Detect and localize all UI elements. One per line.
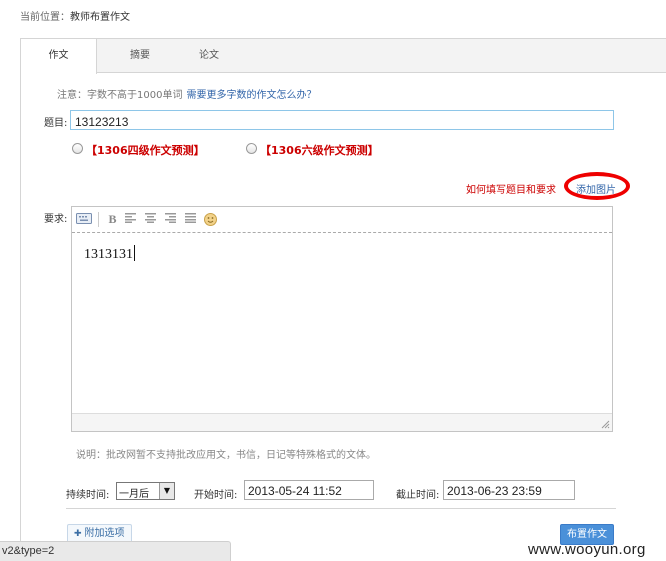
breadcrumb: 当前位置：教师布置作文	[20, 8, 130, 23]
highlight-circle	[564, 172, 630, 200]
title-input[interactable]	[70, 110, 614, 130]
end-time-label: 截止时间:	[396, 490, 440, 501]
preset-cet6-label[interactable]: 【1306六级作文预测】	[260, 142, 379, 158]
emoticon-icon[interactable]	[204, 213, 217, 226]
keyboard-icon[interactable]	[76, 213, 92, 226]
more-options-label: 附加选项	[84, 528, 125, 539]
preset-cet4-radio[interactable]	[72, 143, 83, 154]
align-justify-icon[interactable]	[184, 213, 197, 226]
more-words-link[interactable]: 需要更多字数的作文怎么办？	[186, 90, 316, 101]
dropdown-arrow-icon[interactable]: ▼	[159, 483, 174, 499]
browser-status-bar: v2&type=2	[0, 541, 231, 561]
align-left-icon[interactable]	[124, 213, 137, 226]
watermark: www.wooyun.org	[528, 541, 646, 558]
breadcrumb-current: 教师布置作文	[70, 12, 130, 23]
word-limit-notice: 注意：字数不高于1000单词 需要更多字数的作文怎么办？	[57, 86, 316, 101]
align-right-icon[interactable]	[164, 213, 177, 226]
editor-toolbar: B	[72, 207, 612, 233]
requirement-text[interactable]: 1313131	[84, 245, 135, 263]
toolbar-separator	[98, 212, 99, 227]
plus-icon: ✚	[74, 529, 82, 539]
tab-paper[interactable]: 论文	[186, 39, 232, 73]
tab-bar: 作文 摘要 论文	[21, 39, 666, 74]
bold-icon[interactable]: B	[106, 213, 119, 226]
howto-link[interactable]: 如何填写题目和要求	[466, 181, 556, 196]
text-caret	[134, 245, 135, 261]
breadcrumb-prefix: 当前位置：	[20, 12, 70, 23]
end-time-input[interactable]	[443, 480, 575, 500]
tab-essay[interactable]: 作文	[21, 39, 97, 74]
resize-grip-icon[interactable]	[600, 419, 610, 429]
start-time-label: 开始时间:	[194, 490, 238, 501]
editor-footer	[72, 413, 612, 431]
requirement-content: 1313131	[84, 247, 133, 262]
preset-cet6-radio[interactable]	[246, 143, 257, 154]
preset-cet4-label[interactable]: 【1306四级作文预测】	[86, 142, 205, 158]
duration-label: 持续时间:	[66, 490, 110, 501]
requirement-editor[interactable]: B 1313131	[71, 206, 613, 432]
format-note: 说明：批改网暂不支持批改应用文，书信，日记等特殊格式的文体。	[76, 450, 376, 461]
notice-text: 注意：字数不高于1000单词	[57, 90, 183, 101]
start-time-input[interactable]	[244, 480, 374, 500]
title-label: 题目:	[44, 118, 68, 129]
duration-value: 一月后	[119, 489, 149, 500]
tab-abstract[interactable]: 摘要	[117, 39, 163, 73]
duration-select[interactable]: 一月后 ▼	[116, 482, 175, 500]
requirement-label: 要求:	[44, 214, 68, 225]
align-center-icon[interactable]	[144, 213, 157, 226]
section-divider	[66, 508, 616, 509]
